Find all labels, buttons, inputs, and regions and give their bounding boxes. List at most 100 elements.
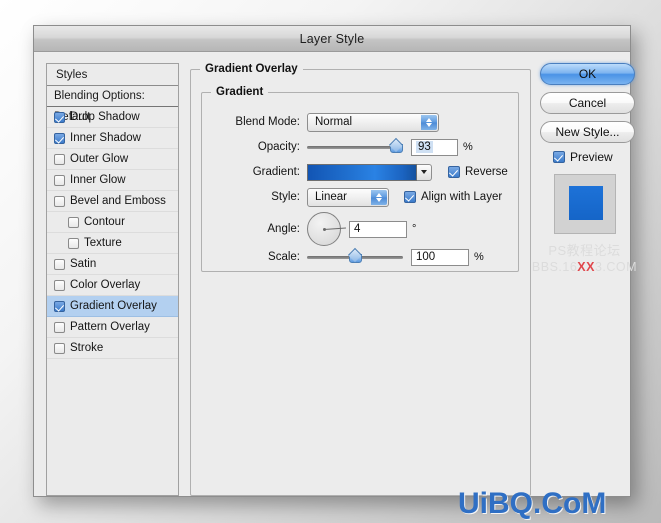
- style-row-label: Drop Shadow: [70, 111, 140, 123]
- style-row[interactable]: Inner Shadow: [47, 128, 178, 149]
- style-row-label: Inner Glow: [70, 174, 126, 186]
- angle-unit: °: [412, 223, 417, 235]
- reverse-checkbox-box[interactable]: [448, 166, 460, 178]
- gradient-group-label: Gradient: [211, 86, 269, 98]
- align-with-layer-checkbox-box[interactable]: [404, 191, 416, 203]
- style-row: Style: Linear Align with Layer: [202, 187, 518, 207]
- style-row-checkbox[interactable]: [54, 300, 65, 312]
- gradient-group: Gradient Blend Mode: Normal Opacity: 93 …: [201, 86, 519, 272]
- new-style-button[interactable]: New Style...: [540, 121, 635, 143]
- style-row-checkbox[interactable]: [54, 132, 65, 144]
- reverse-label: Reverse: [465, 166, 508, 178]
- style-row-label: Pattern Overlay: [70, 321, 150, 333]
- style-row-checkbox[interactable]: [54, 195, 65, 207]
- angle-dial-hub: [322, 227, 326, 231]
- align-with-layer-label: Align with Layer: [421, 191, 503, 203]
- gradient-swatch[interactable]: [307, 163, 417, 181]
- scale-value: 100: [416, 251, 436, 263]
- style-row[interactable]: Texture: [47, 233, 178, 254]
- opacity-input[interactable]: 93: [411, 138, 458, 156]
- style-row-label: Bevel and Emboss: [70, 195, 166, 207]
- style-row-checkbox[interactable]: [68, 216, 79, 228]
- dialog-title: Layer Style: [299, 31, 365, 46]
- style-row[interactable]: Satin: [47, 254, 178, 275]
- gradient-label: Gradient:: [252, 166, 300, 178]
- style-row[interactable]: Bevel and Emboss: [47, 191, 178, 212]
- dialog-titlebar[interactable]: Layer Style: [34, 26, 630, 52]
- scale-slider[interactable]: [307, 249, 403, 265]
- style-row-checkbox[interactable]: [54, 111, 65, 123]
- align-with-layer-checkbox[interactable]: Align with Layer: [399, 191, 502, 203]
- gradient-overlay-group-label: Gradient Overlay: [200, 63, 303, 75]
- style-row-checkbox[interactable]: [68, 237, 79, 249]
- opacity-row: Opacity: 93 %: [202, 138, 518, 156]
- angle-dial[interactable]: [307, 212, 346, 246]
- opacity-label: Opacity:: [257, 141, 300, 153]
- preview-label: Preview: [570, 150, 613, 164]
- styles-header: Styles: [47, 64, 178, 86]
- style-row[interactable]: Stroke: [47, 338, 178, 359]
- angle-row: Angle: 4 °: [202, 211, 518, 247]
- style-row[interactable]: Outer Glow: [47, 149, 178, 170]
- gradient-picker[interactable]: [307, 163, 432, 181]
- style-effect-rows: Drop Shadow Inner Shadow Outer Glow Inner G…: [47, 107, 178, 359]
- style-label: Style:: [271, 191, 300, 203]
- opacity-slider[interactable]: [307, 139, 404, 155]
- scale-row: Scale: 100 %: [202, 248, 518, 266]
- styles-list-panel: Styles Blending Options: Default Drop Sh…: [46, 63, 179, 496]
- watermark-ps-line2-a: BBS.16: [531, 260, 578, 274]
- style-row[interactable]: Contour: [47, 212, 178, 233]
- style-row-label: Color Overlay: [70, 279, 141, 291]
- style-select[interactable]: Linear: [307, 187, 389, 207]
- watermark-ps-line2: BBS.16XX3.COM: [512, 259, 657, 275]
- gradient-row: Gradient: Reverse: [202, 163, 518, 181]
- style-row-label: Inner Shadow: [70, 132, 141, 144]
- chevron-down-icon[interactable]: [417, 163, 432, 181]
- style-row-label: Gradient Overlay: [70, 300, 157, 312]
- ok-button[interactable]: OK: [540, 63, 635, 85]
- watermark-ps-line1: PS教程论坛: [548, 243, 621, 258]
- style-row-label: Satin: [70, 258, 97, 270]
- style-row-label: Contour: [84, 216, 125, 228]
- blend-mode-select[interactable]: Normal: [307, 112, 439, 132]
- style-row-checkbox[interactable]: [54, 174, 65, 186]
- style-row-label: Outer Glow: [70, 153, 129, 165]
- watermark-uibq: UiBQ.CoM: [458, 487, 607, 520]
- angle-value: 4: [354, 223, 361, 235]
- style-row-checkbox[interactable]: [54, 279, 65, 291]
- style-row[interactable]: Pattern Overlay: [47, 317, 178, 338]
- blend-mode-value: Normal: [315, 116, 353, 128]
- opacity-unit: %: [463, 141, 473, 153]
- reverse-checkbox[interactable]: Reverse: [443, 166, 508, 178]
- updown-arrows-icon[interactable]: [371, 189, 387, 205]
- updown-arrows-icon[interactable]: [421, 114, 437, 130]
- blend-mode-row: Blend Mode: Normal: [202, 112, 518, 132]
- watermark-ps-forum: PS教程论坛 BBS.16XX3.COM: [512, 243, 657, 275]
- angle-dial-needle: [323, 227, 346, 230]
- preview-checkbox-box[interactable]: [553, 151, 565, 163]
- cancel-button[interactable]: Cancel: [540, 92, 635, 114]
- gradient-overlay-panel: Gradient Overlay Gradient Blend Mode: No…: [190, 63, 531, 496]
- preview-checkbox[interactable]: Preview: [548, 150, 622, 164]
- style-row[interactable]: Gradient Overlay: [47, 296, 178, 317]
- scale-slider-thumb[interactable]: [349, 251, 362, 263]
- scale-input[interactable]: 100: [411, 248, 469, 266]
- opacity-slider-thumb[interactable]: [390, 141, 404, 153]
- style-row[interactable]: Color Overlay: [47, 275, 178, 296]
- style-row-label: Texture: [84, 237, 122, 249]
- style-row-checkbox[interactable]: [54, 258, 65, 270]
- style-row-checkbox[interactable]: [54, 342, 65, 354]
- style-row[interactable]: Inner Glow: [47, 170, 178, 191]
- blending-options-row[interactable]: Blending Options: Default: [47, 86, 178, 123]
- style-row-label: Stroke: [70, 342, 104, 354]
- watermark-ps-line2-xx: XX: [577, 260, 595, 274]
- preview-thumbnail-shape: [569, 186, 603, 220]
- dialog-actions-panel: OK Cancel New Style... Preview: [540, 63, 635, 234]
- watermark-ps-line2-b: 3.COM: [594, 260, 638, 274]
- angle-input[interactable]: 4: [349, 220, 407, 238]
- style-row-checkbox[interactable]: [54, 321, 65, 333]
- style-row-checkbox[interactable]: [54, 153, 65, 165]
- opacity-slider-track: [307, 146, 403, 149]
- blend-mode-label: Blend Mode:: [235, 116, 300, 128]
- scale-unit: %: [474, 251, 484, 263]
